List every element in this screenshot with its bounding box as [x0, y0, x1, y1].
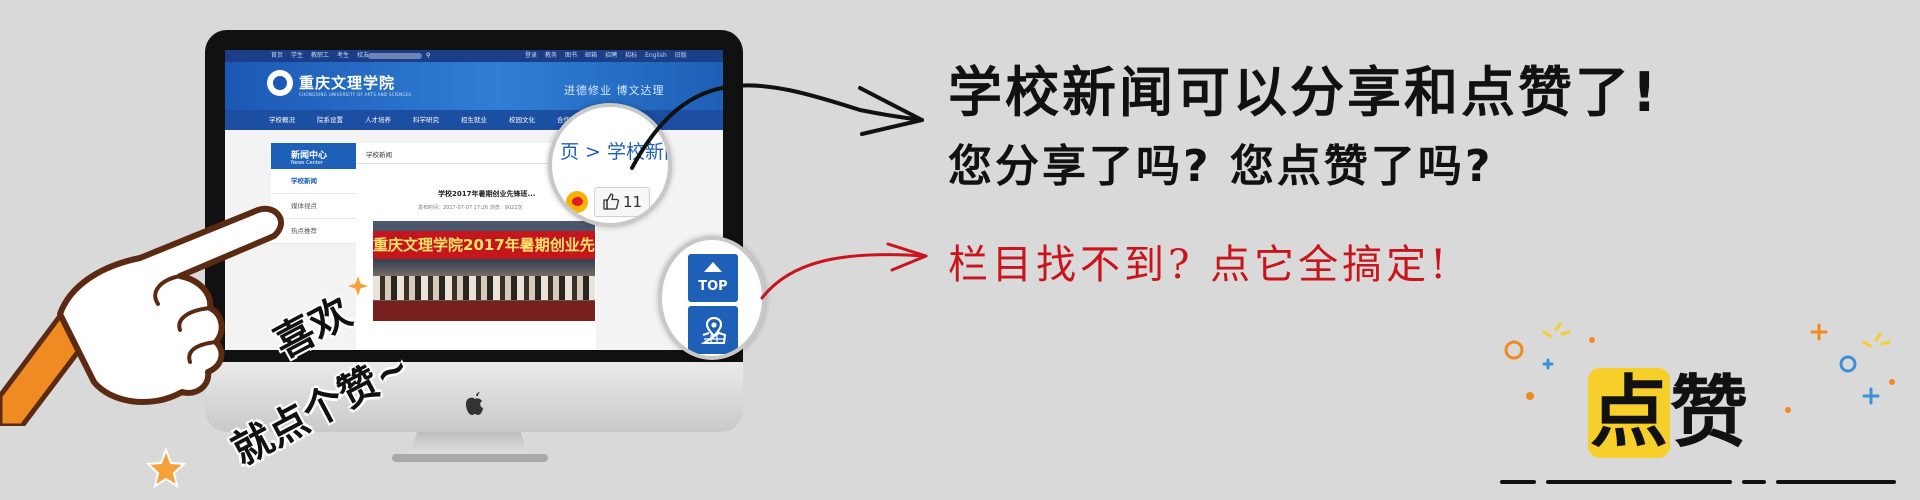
topbar-link-old[interactable]: 旧版: [675, 50, 687, 62]
topbar-link-jobs[interactable]: 招聘: [605, 50, 617, 62]
badge-underline: [1546, 480, 1732, 484]
article-photo: 重庆文理学院2017年暑期创业先锋班开班典礼: [373, 221, 595, 321]
site-banner: 重庆文理学院 CHONGQING UNIVERSITY OF ARTS AND …: [225, 62, 723, 110]
nav-item[interactable]: 招生就业: [461, 110, 487, 130]
monitor-stand-base: [392, 454, 548, 462]
topbar-link-applicants[interactable]: 考生: [337, 50, 349, 62]
badge-decorations: [1504, 322, 1895, 413]
badge-underline: [1742, 480, 1766, 484]
topbar-link-english[interactable]: English: [645, 50, 667, 62]
topbar-link-mail[interactable]: 邮箱: [585, 50, 597, 62]
black-arrowhead: [858, 86, 924, 136]
sidebar-item-school-news[interactable]: 学校新闻: [271, 169, 361, 194]
topbar-link-home[interactable]: 首页: [271, 50, 283, 62]
nav-item[interactable]: 校园文化: [509, 110, 535, 130]
headline-find-column: 栏目找不到? 点它全搞定!: [948, 242, 1451, 288]
nav-item[interactable]: 人才培养: [365, 110, 391, 130]
topbar-link-staff[interactable]: 教职工: [311, 50, 329, 62]
arrow-up-icon: [704, 262, 722, 272]
photo-tables: [373, 301, 595, 321]
top-label: TOP: [698, 279, 728, 294]
article-meta: 发布时间：2017-07-07 17:26 浏览：9022次: [418, 205, 523, 211]
floating-toolbar-zoom: TOP: [658, 236, 766, 360]
university-logo-subtitle: CHONGQING UNIVERSITY OF ARTS AND SCIENCE…: [299, 92, 412, 97]
sidebar-header: 新闻中心 News Center: [271, 143, 361, 169]
search-icon[interactable]: ⚲: [426, 50, 430, 62]
site-map-button[interactable]: [688, 306, 738, 354]
topbar-link-bidding[interactable]: 招标: [625, 50, 637, 62]
nav-item[interactable]: 科学研究: [413, 110, 439, 130]
zoom-breadcrumb: 页 > 学校新闻: [560, 141, 672, 163]
breadcrumb[interactable]: 学校新闻: [366, 149, 392, 159]
badge-underline: [1776, 480, 1896, 484]
topbar-link-academic[interactable]: 教务: [545, 50, 557, 62]
sparkle-icon: [348, 276, 368, 296]
thumbs-up-icon: [603, 193, 619, 210]
topbar-link-login[interactable]: 登录: [525, 50, 537, 62]
site-topbar: 首页 学生 教职工 考生 校友 ⚲ 登录 教务 图书 邮箱 招聘 招标 Engl…: [225, 50, 723, 62]
red-arrow: [760, 253, 928, 300]
like-button[interactable]: 11: [594, 187, 650, 217]
share-like-zoom: 页 > 学校新闻 11: [548, 103, 672, 227]
weibo-share-icon[interactable]: [566, 191, 588, 213]
map-pin-icon: [701, 316, 727, 344]
site-search-input[interactable]: [368, 53, 422, 59]
topbar-link-students[interactable]: 学生: [291, 50, 303, 62]
like-count: 11: [623, 193, 643, 211]
star-icon: [146, 448, 186, 488]
nav-item[interactable]: 院系设置: [317, 110, 343, 130]
back-to-top-button[interactable]: TOP: [688, 254, 738, 302]
apple-logo-icon: [466, 392, 483, 415]
photo-people: [373, 276, 595, 300]
university-motto: 进德修业 博文达理: [564, 84, 665, 97]
headline-question: 您分享了吗? 您点赞了吗?: [948, 141, 1494, 192]
photo-banner-text: 重庆文理学院2017年暑期创业先锋班开班典礼: [373, 231, 595, 259]
university-emblem-icon: [267, 70, 293, 96]
sidebar-subtitle: News Center: [291, 160, 323, 166]
red-arrowhead: [886, 242, 928, 272]
topbar-link-library[interactable]: 图书: [565, 50, 577, 62]
nav-item[interactable]: 学校概况: [269, 110, 295, 130]
pointing-hand-icon: [0, 205, 284, 426]
article-title: 学校2017年暑期创业先锋班...: [438, 190, 536, 198]
headline-share-like: 学校新闻可以分享和点赞了!: [948, 61, 1660, 124]
university-logo-text[interactable]: 重庆文理学院: [299, 72, 395, 93]
monitor-stand: [410, 432, 528, 456]
badge-underline: [1500, 480, 1536, 484]
